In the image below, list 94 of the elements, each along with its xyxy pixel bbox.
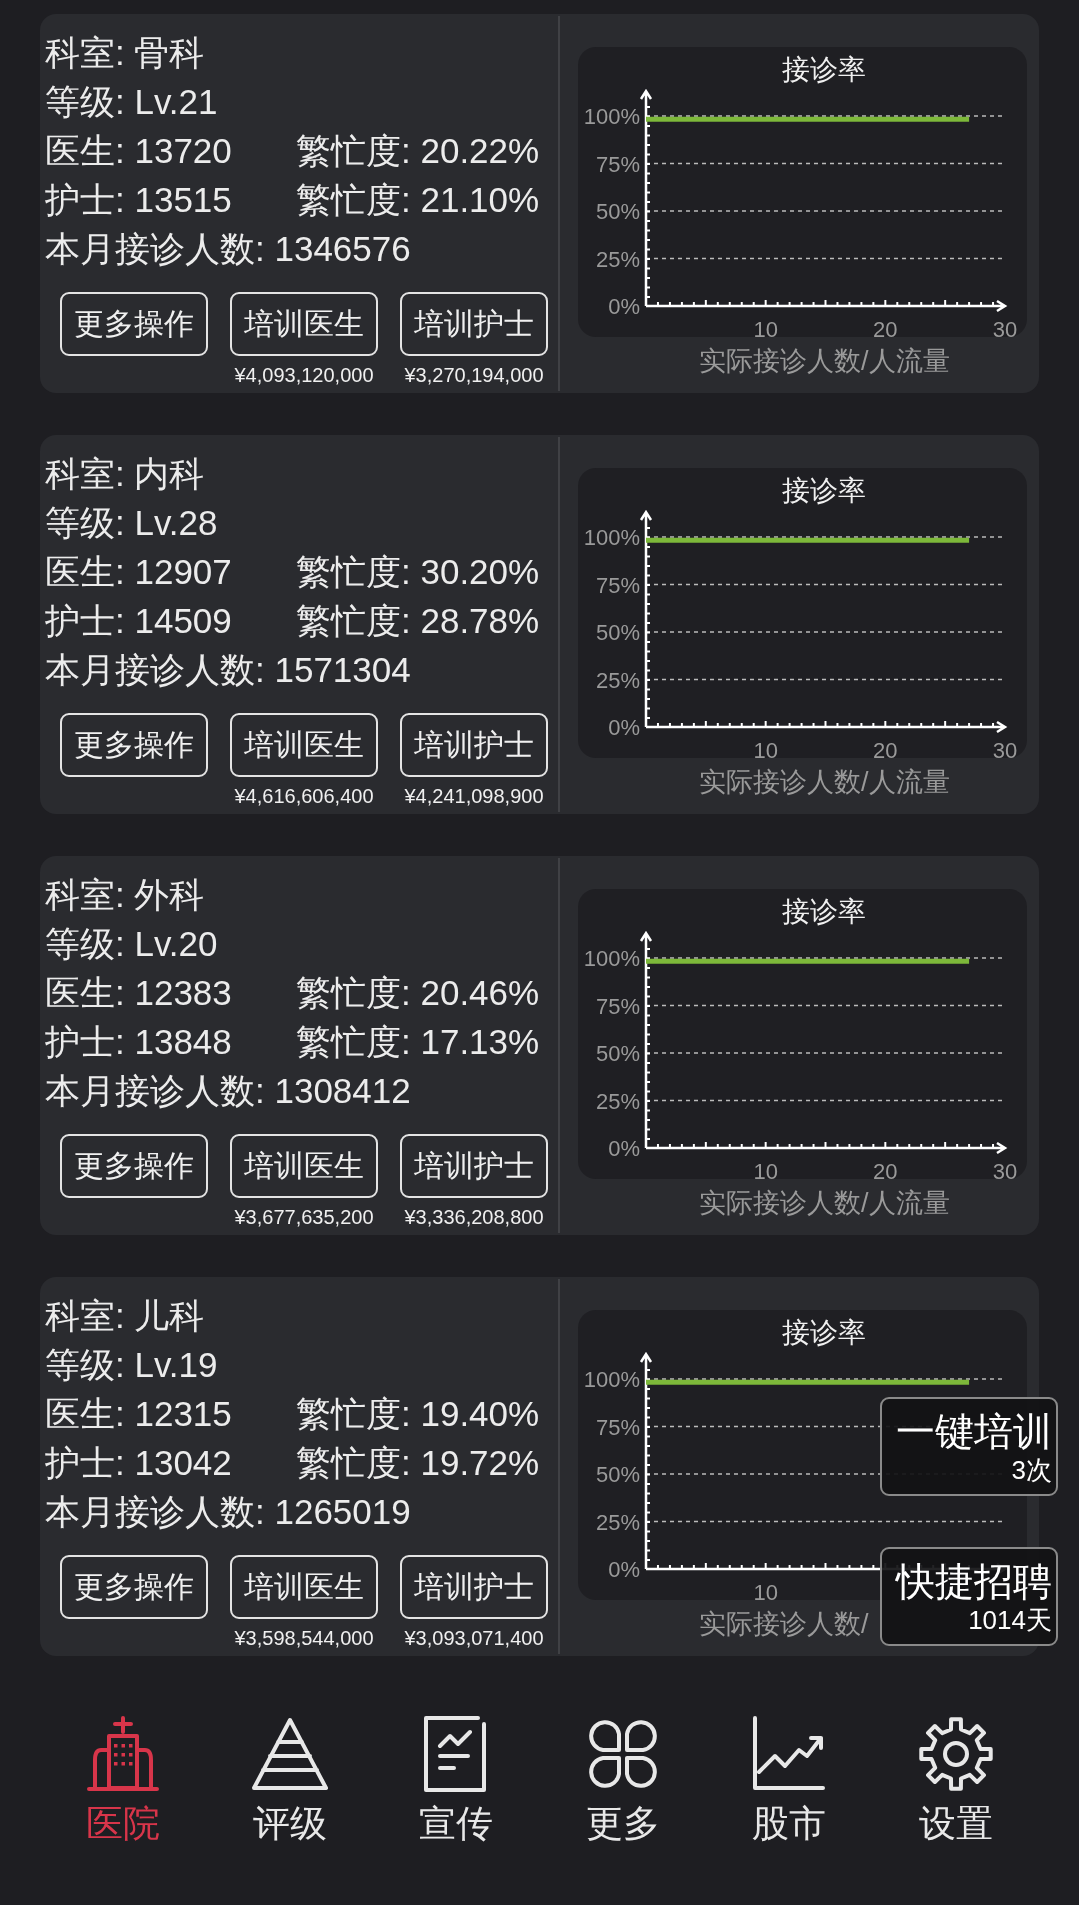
floating-button[interactable]: 一键培训 3次 <box>880 1397 1058 1496</box>
axis-label: 75% <box>595 1414 640 1440</box>
doctor-count: 医生: 12907 <box>45 551 233 593</box>
axis-label: 10 <box>753 317 778 342</box>
floating-button[interactable]: 快捷招聘 1014天 <box>880 1547 1058 1646</box>
axis-label: 25% <box>595 1088 640 1114</box>
doctor-count: 医生: 12383 <box>45 972 233 1014</box>
doctor-busyness: 繁忙度: 30.20% <box>296 551 540 593</box>
doctor-busyness: 繁忙度: 19.40% <box>296 1393 540 1435</box>
cost-label: ¥4,093,120,000 <box>234 363 374 387</box>
cost-label: ¥4,241,098,900 <box>404 784 544 808</box>
action-button[interactable]: 更多操作 <box>60 1555 208 1619</box>
axis-label: 30 <box>992 1159 1018 1184</box>
axis-title: 实际接诊人数/ <box>699 1609 869 1639</box>
axis-label: 25% <box>595 667 640 693</box>
nav-tab[interactable]: 评级 <box>206 1714 373 1846</box>
action-button[interactable]: 培训护士 <box>400 713 548 777</box>
axis-label: 50% <box>595 1041 640 1066</box>
nav-tab[interactable]: 更多 <box>539 1714 706 1846</box>
cost-label: ¥4,616,606,400 <box>234 784 374 808</box>
cost-label: ¥3,598,544,000 <box>234 1626 374 1650</box>
patients-this-month: 本月接诊人数: 1571304 <box>45 649 412 691</box>
chart-title: 接诊率 <box>782 475 866 506</box>
patients-this-month: 本月接诊人数: 1265019 <box>45 1491 412 1533</box>
axis-label: 0% <box>608 294 640 319</box>
doctor-count: 医生: 13720 <box>45 130 233 172</box>
axis-label: 75% <box>595 151 640 177</box>
action-button[interactable]: 培训医生 <box>230 1134 378 1198</box>
action-button[interactable]: 培训护士 <box>400 1134 548 1198</box>
axis-label: 100% <box>583 525 640 550</box>
doctor-busyness: 繁忙度: 20.22% <box>296 130 540 172</box>
axis-label: 100% <box>583 946 640 971</box>
nav-tab[interactable]: 股市 <box>706 1714 873 1846</box>
axis-label: 50% <box>595 1462 640 1487</box>
cost-label: ¥3,093,071,400 <box>404 1626 544 1650</box>
axis-label: 30 <box>992 317 1018 342</box>
nurse-busyness: 繁忙度: 21.10% <box>296 179 540 221</box>
axis-label: 10 <box>753 1159 778 1184</box>
axis-label: 100% <box>583 104 640 129</box>
cost-label: ¥3,336,208,800 <box>404 1205 544 1229</box>
action-button[interactable]: 更多操作 <box>60 292 208 356</box>
axis-label: 30 <box>992 738 1018 763</box>
nurse-busyness: 繁忙度: 28.78% <box>296 600 540 642</box>
axis-label: 0% <box>608 1557 640 1582</box>
grade-label: 等级: Lv.19 <box>45 1344 219 1386</box>
action-button[interactable]: 更多操作 <box>60 1134 208 1198</box>
cost-label: ¥3,677,635,200 <box>234 1205 374 1229</box>
patients-this-month: 本月接诊人数: 1308412 <box>45 1070 412 1112</box>
axis-label: 20 <box>873 317 898 342</box>
nav-tab[interactable]: 宣传 <box>373 1714 540 1846</box>
axis-label: 0% <box>608 715 640 740</box>
chart-title: 接诊率 <box>782 896 866 927</box>
axis-label: 10 <box>753 1580 778 1605</box>
axis-label: 10 <box>753 738 778 763</box>
axis-title: 实际接诊人数/人流量 <box>699 767 950 797</box>
axis-label: 50% <box>595 199 640 224</box>
axis-label: 20 <box>873 738 898 763</box>
grade-label: 等级: Lv.28 <box>45 502 219 544</box>
nurse-count: 护士: 13042 <box>45 1442 233 1484</box>
department-label: 科室: 儿科 <box>45 1295 206 1337</box>
axis-label: 50% <box>595 620 640 645</box>
nurse-count: 护士: 13515 <box>45 179 233 221</box>
nav-tab[interactable]: 医院 <box>40 1714 207 1846</box>
department-label: 科室: 骨科 <box>45 32 206 74</box>
action-button[interactable]: 培训医生 <box>230 1555 378 1619</box>
chart-title: 接诊率 <box>782 54 866 85</box>
grade-label: 等级: Lv.20 <box>45 923 219 965</box>
nurse-count: 护士: 13848 <box>45 1021 233 1063</box>
department-label: 科室: 内科 <box>45 453 206 495</box>
axis-label: 25% <box>595 246 640 272</box>
action-button[interactable]: 更多操作 <box>60 713 208 777</box>
nurse-count: 护士: 14509 <box>45 600 233 642</box>
doctor-busyness: 繁忙度: 20.46% <box>296 972 540 1014</box>
cost-label: ¥3,270,194,000 <box>404 363 544 387</box>
axis-label: 0% <box>608 1136 640 1161</box>
axis-title: 实际接诊人数/人流量 <box>699 346 950 376</box>
axis-label: 25% <box>595 1509 640 1535</box>
department-label: 科室: 外科 <box>45 874 206 916</box>
nurse-busyness: 繁忙度: 17.13% <box>296 1021 540 1063</box>
axis-label: 75% <box>595 572 640 598</box>
axis-label: 20 <box>873 1159 898 1184</box>
axis-label: 100% <box>583 1367 640 1392</box>
axis-title: 实际接诊人数/人流量 <box>699 1188 950 1218</box>
action-button[interactable]: 培训护士 <box>400 1555 548 1619</box>
nurse-busyness: 繁忙度: 19.72% <box>296 1442 540 1484</box>
chart-title: 接诊率 <box>782 1317 866 1348</box>
grade-label: 等级: Lv.21 <box>45 81 219 123</box>
patients-this-month: 本月接诊人数: 1346576 <box>45 228 412 270</box>
axis-label: 75% <box>595 993 640 1019</box>
action-button[interactable]: 培训医生 <box>230 292 378 356</box>
action-button[interactable]: 培训护士 <box>400 292 548 356</box>
action-button[interactable]: 培训医生 <box>230 713 378 777</box>
nav-tab[interactable]: 设置 <box>872 1714 1039 1846</box>
doctor-count: 医生: 12315 <box>45 1393 233 1435</box>
